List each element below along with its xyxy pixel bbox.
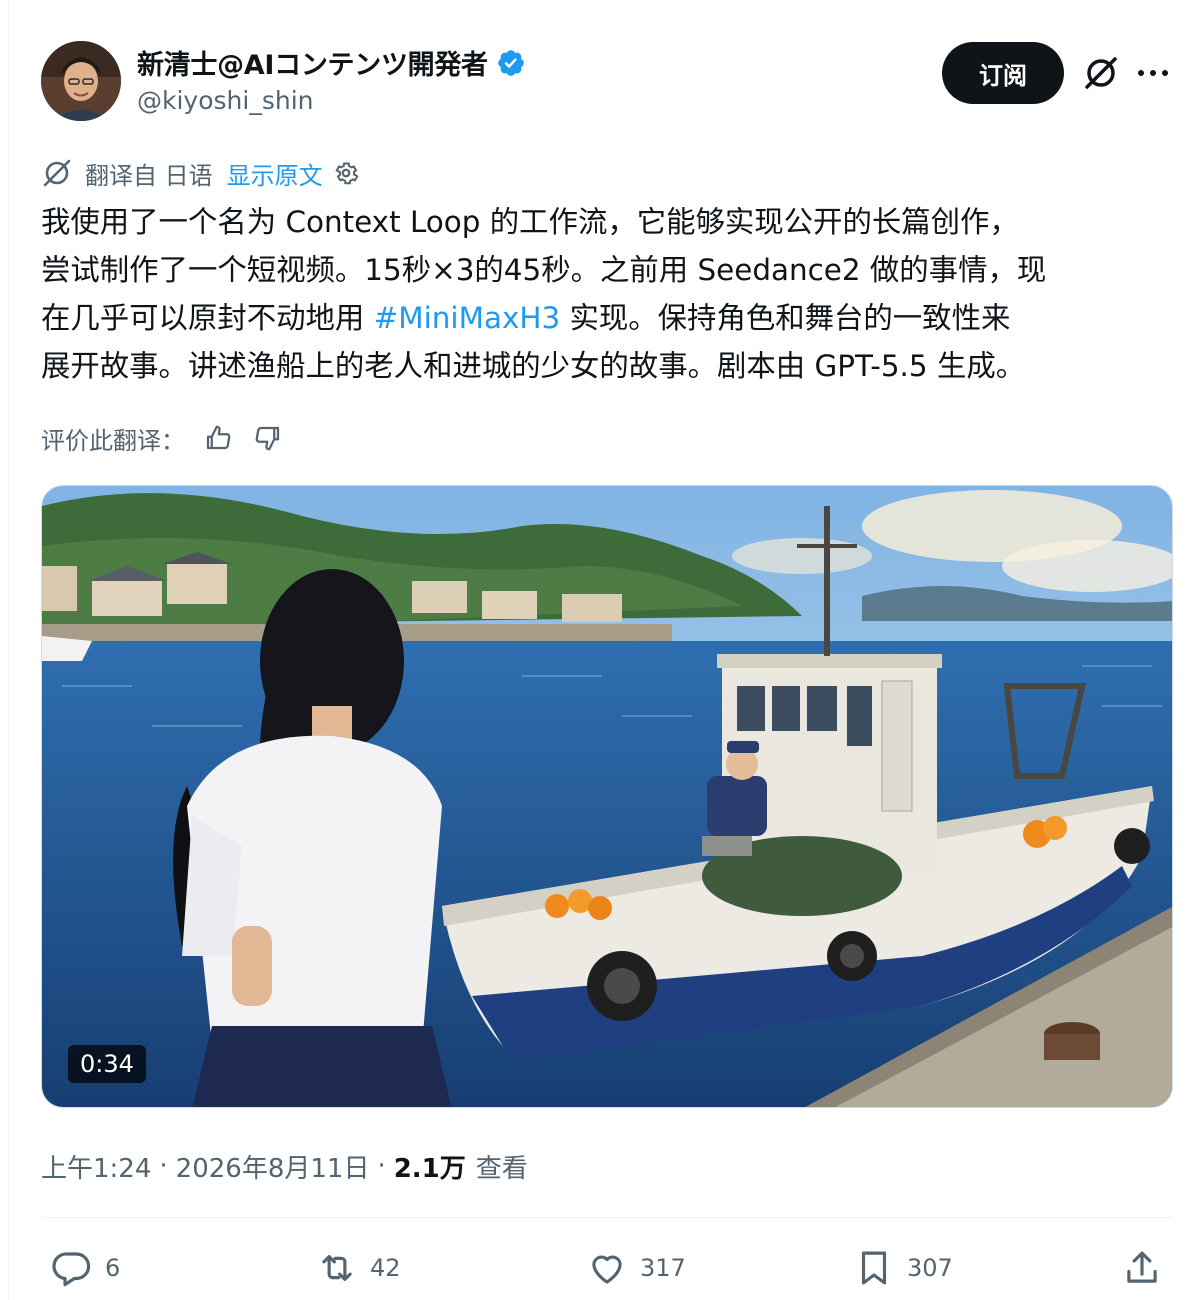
post-time[interactable]: 上午1:24 xyxy=(41,1148,151,1185)
repost-button[interactable]: 42 xyxy=(316,1240,401,1296)
grok-translate-icon xyxy=(43,159,71,187)
verified-badge-icon[interactable] xyxy=(496,48,526,78)
avatar[interactable] xyxy=(41,41,121,121)
grok-icon[interactable] xyxy=(1078,50,1124,96)
repost-count: 42 xyxy=(370,1254,401,1282)
avatar-image xyxy=(41,41,121,121)
bookmark-icon xyxy=(861,1251,887,1285)
show-original-link[interactable]: 显示原文 xyxy=(227,156,323,191)
meta-separator: · xyxy=(377,1151,386,1181)
subscribe-button[interactable]: 订阅 xyxy=(942,42,1064,104)
display-name-text[interactable]: 新清士@AIコンテンツ開発者 xyxy=(137,43,488,82)
tweet-line-text: 在几乎可以原封不动地用 xyxy=(41,301,374,335)
rate-translation-label: 评价此翻译： xyxy=(41,426,185,455)
meta-separator: · xyxy=(159,1151,168,1181)
share-button[interactable] xyxy=(1121,1240,1163,1296)
display-name[interactable]: 新清士@AIコンテンツ開発者 xyxy=(137,43,526,82)
heart-icon xyxy=(592,1255,622,1284)
bookmark-button[interactable]: 307 xyxy=(853,1240,953,1296)
hashtag-link[interactable]: #MiniMaxH3 xyxy=(374,301,561,335)
share-icon xyxy=(1127,1251,1157,1283)
action-bar: 6 42 317 307 xyxy=(41,1240,1173,1296)
tweet-line: 在几乎可以原封不动地用 #MiniMaxH3 实现。保持角色和舞台的一致性来 xyxy=(41,294,1176,342)
rate-translation: 评价此翻译： xyxy=(41,418,285,458)
post-date[interactable]: 2026年8月11日 xyxy=(176,1148,370,1185)
views-count: 2.1万 xyxy=(393,1153,466,1184)
like-count: 317 xyxy=(640,1254,686,1282)
reply-button[interactable]: 6 xyxy=(51,1240,120,1296)
like-button[interactable]: 317 xyxy=(586,1240,686,1296)
video-player[interactable]: 0:34 xyxy=(41,485,1173,1108)
views-label: 查看 xyxy=(475,1153,528,1184)
more-icon[interactable] xyxy=(1133,55,1173,91)
translation-indicator: 翻译自 日语 显示原文 xyxy=(41,155,361,191)
reply-count: 6 xyxy=(105,1254,121,1282)
user-handle[interactable]: @kiyoshi_shin xyxy=(137,86,314,115)
tweet-line: 我使用了一个名为 Context Loop 的工作流，它能够实现公开的长篇创作， xyxy=(41,205,1019,239)
repost-icon xyxy=(322,1255,352,1281)
tweet-meta: 上午1:24 · 2026年8月11日 · 2.1万 查看 xyxy=(41,1146,528,1186)
tweet-line: 展开故事。讲述渔船上的老人和进城的少女的故事。剧本由 GPT-5.5 生成。 xyxy=(41,349,1026,383)
timeline-border xyxy=(8,0,9,1300)
bookmark-count: 307 xyxy=(907,1254,953,1282)
thumbs-up-icon[interactable] xyxy=(201,421,235,455)
tweet-line-text: 实现。保持角色和舞台的一致性来 xyxy=(560,301,1011,335)
divider xyxy=(41,1217,1173,1218)
thumbs-down-icon[interactable] xyxy=(251,421,285,455)
tweet-text: 我使用了一个名为 Context Loop 的工作流，它能够实现公开的长篇创作，… xyxy=(41,198,1176,390)
video-thumbnail xyxy=(42,486,1172,1107)
translated-from-label: 翻译自 日语 xyxy=(85,161,213,190)
tweet-line: 尝试制作了一个短视频。15秒×3的45秒。之前用 Seedance2 做的事情，… xyxy=(41,253,1047,287)
video-duration-badge: 0:34 xyxy=(68,1045,146,1083)
gear-icon[interactable] xyxy=(331,158,361,188)
reply-icon xyxy=(52,1252,91,1287)
